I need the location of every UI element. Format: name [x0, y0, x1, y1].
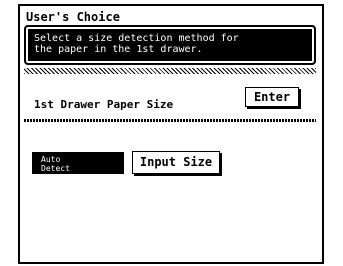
instruction-line-2: the paper in the 1st drawer.: [34, 44, 203, 55]
screen-title: User's Choice: [26, 10, 120, 24]
enter-button[interactable]: Enter: [245, 87, 299, 107]
input-size-button[interactable]: Input Size: [132, 151, 220, 174]
instruction-banner: Select a size detection method for the p…: [24, 25, 316, 65]
auto-detect-line-1: Auto: [41, 155, 61, 164]
auto-detect-button[interactable]: Auto Detect: [32, 152, 124, 174]
control-panel-screen: User's Choice Select a size detection me…: [18, 4, 324, 264]
hatched-separator: [24, 68, 316, 74]
panel-title: 1st Drawer Paper Size: [34, 98, 174, 111]
instruction-line-1: Select a size detection method for: [34, 33, 239, 44]
auto-detect-line-2: Detect: [41, 164, 70, 173]
panel-divider: [24, 119, 316, 122]
